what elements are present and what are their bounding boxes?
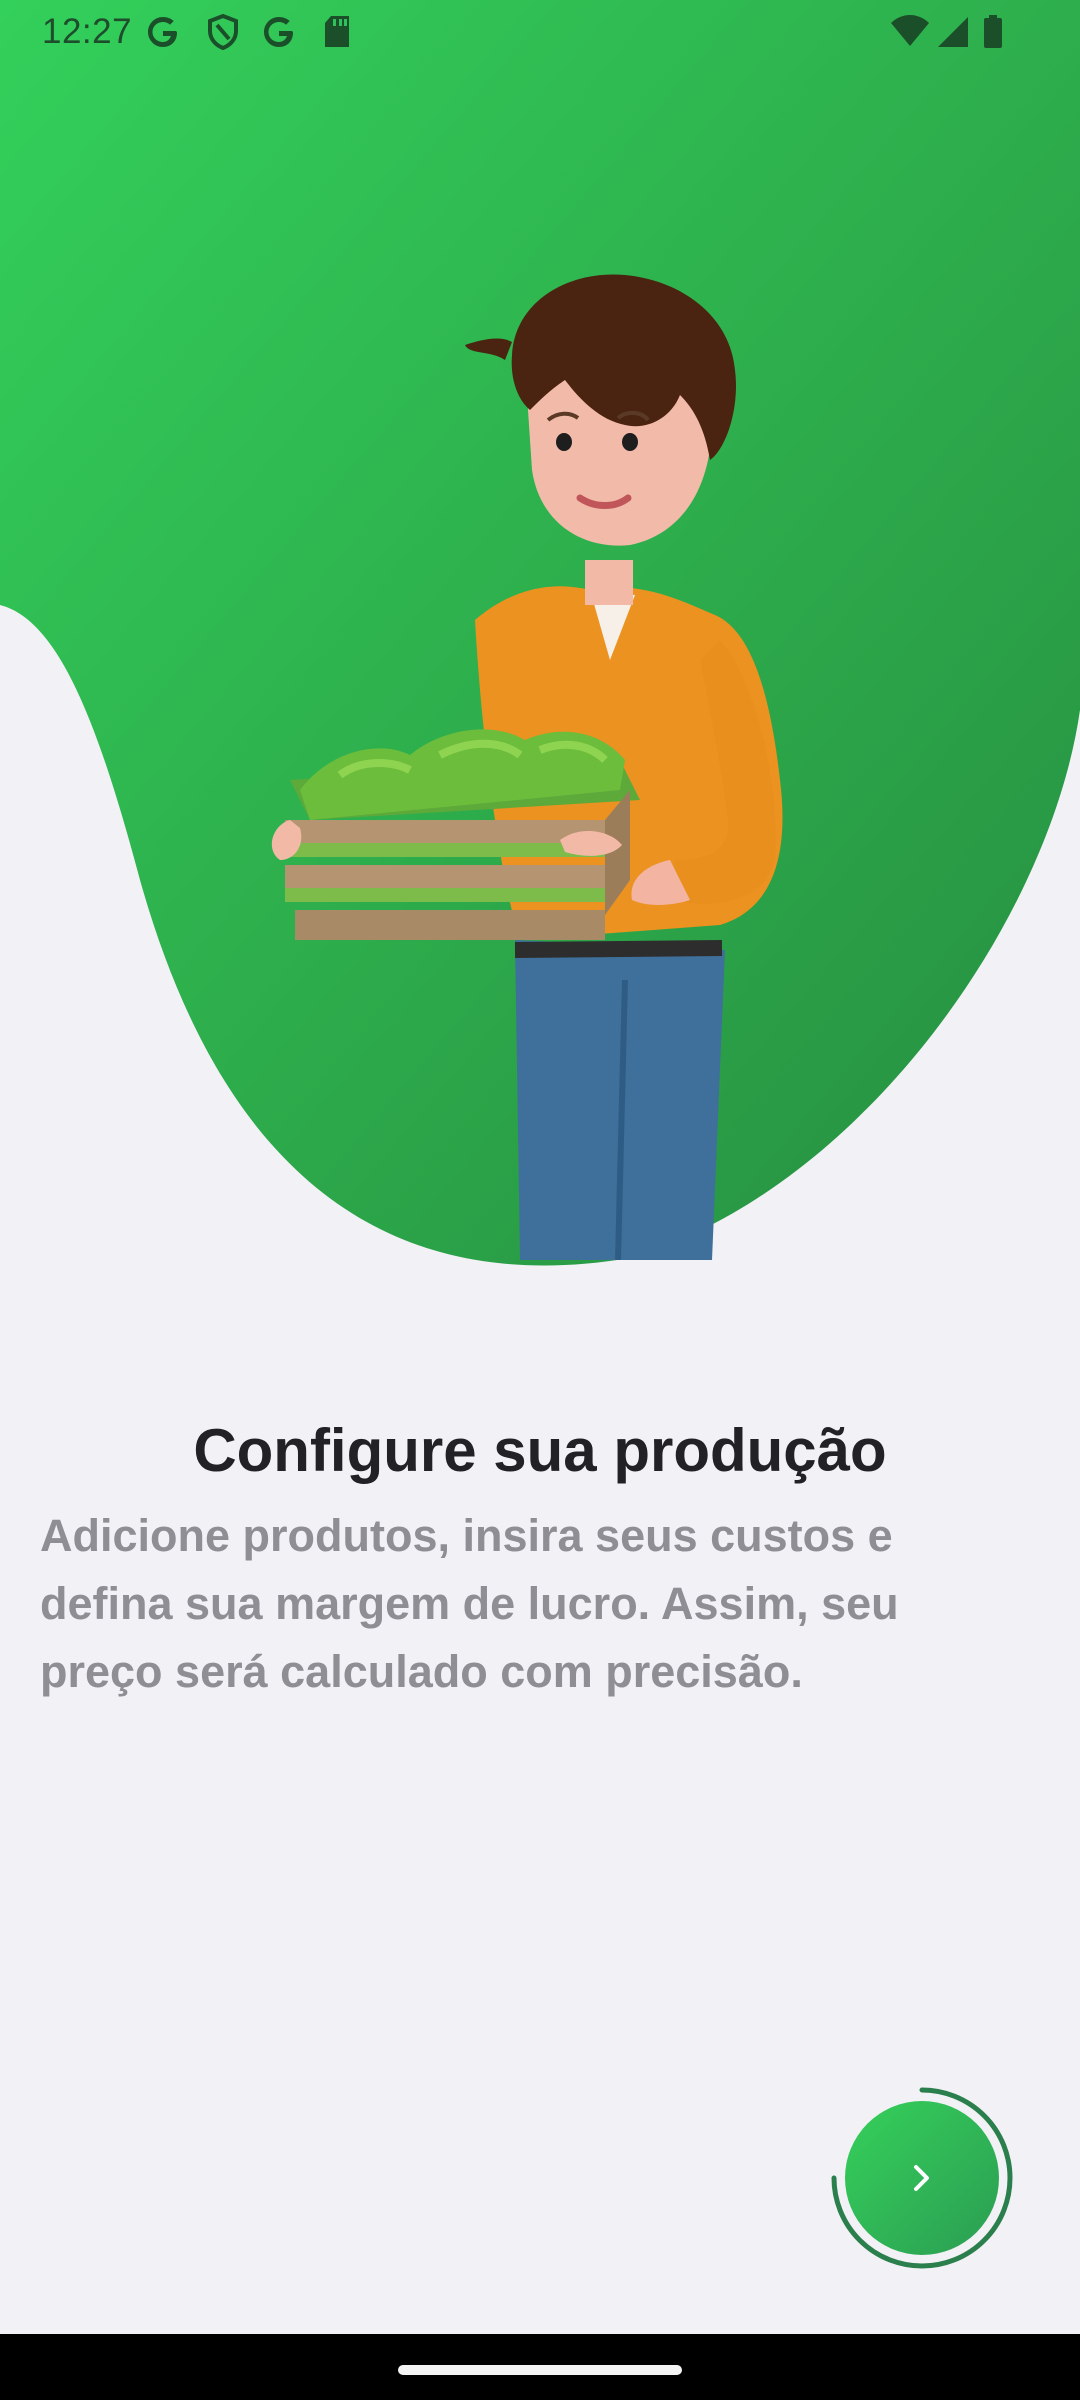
google-icon xyxy=(148,17,177,47)
status-bar: 12:27 xyxy=(0,0,1080,64)
google-icon xyxy=(264,17,293,47)
next-button[interactable] xyxy=(845,2101,999,2255)
chevron-right-icon xyxy=(914,2165,929,2191)
onboarding-description: Adicione produtos, insira seus custos e … xyxy=(40,1510,899,1697)
battery-icon xyxy=(984,15,1002,48)
shield-icon xyxy=(208,14,238,50)
farmer-illustration xyxy=(271,274,783,1260)
home-gesture-handle[interactable] xyxy=(398,2365,682,2375)
next-button-container[interactable] xyxy=(828,2084,1016,2272)
wifi-icon xyxy=(891,15,929,46)
sd-card-icon xyxy=(325,16,349,47)
onboarding-title: Configure sua produção xyxy=(193,1417,887,1484)
signal-icon xyxy=(938,17,968,47)
status-time: 12:27 xyxy=(42,12,133,51)
